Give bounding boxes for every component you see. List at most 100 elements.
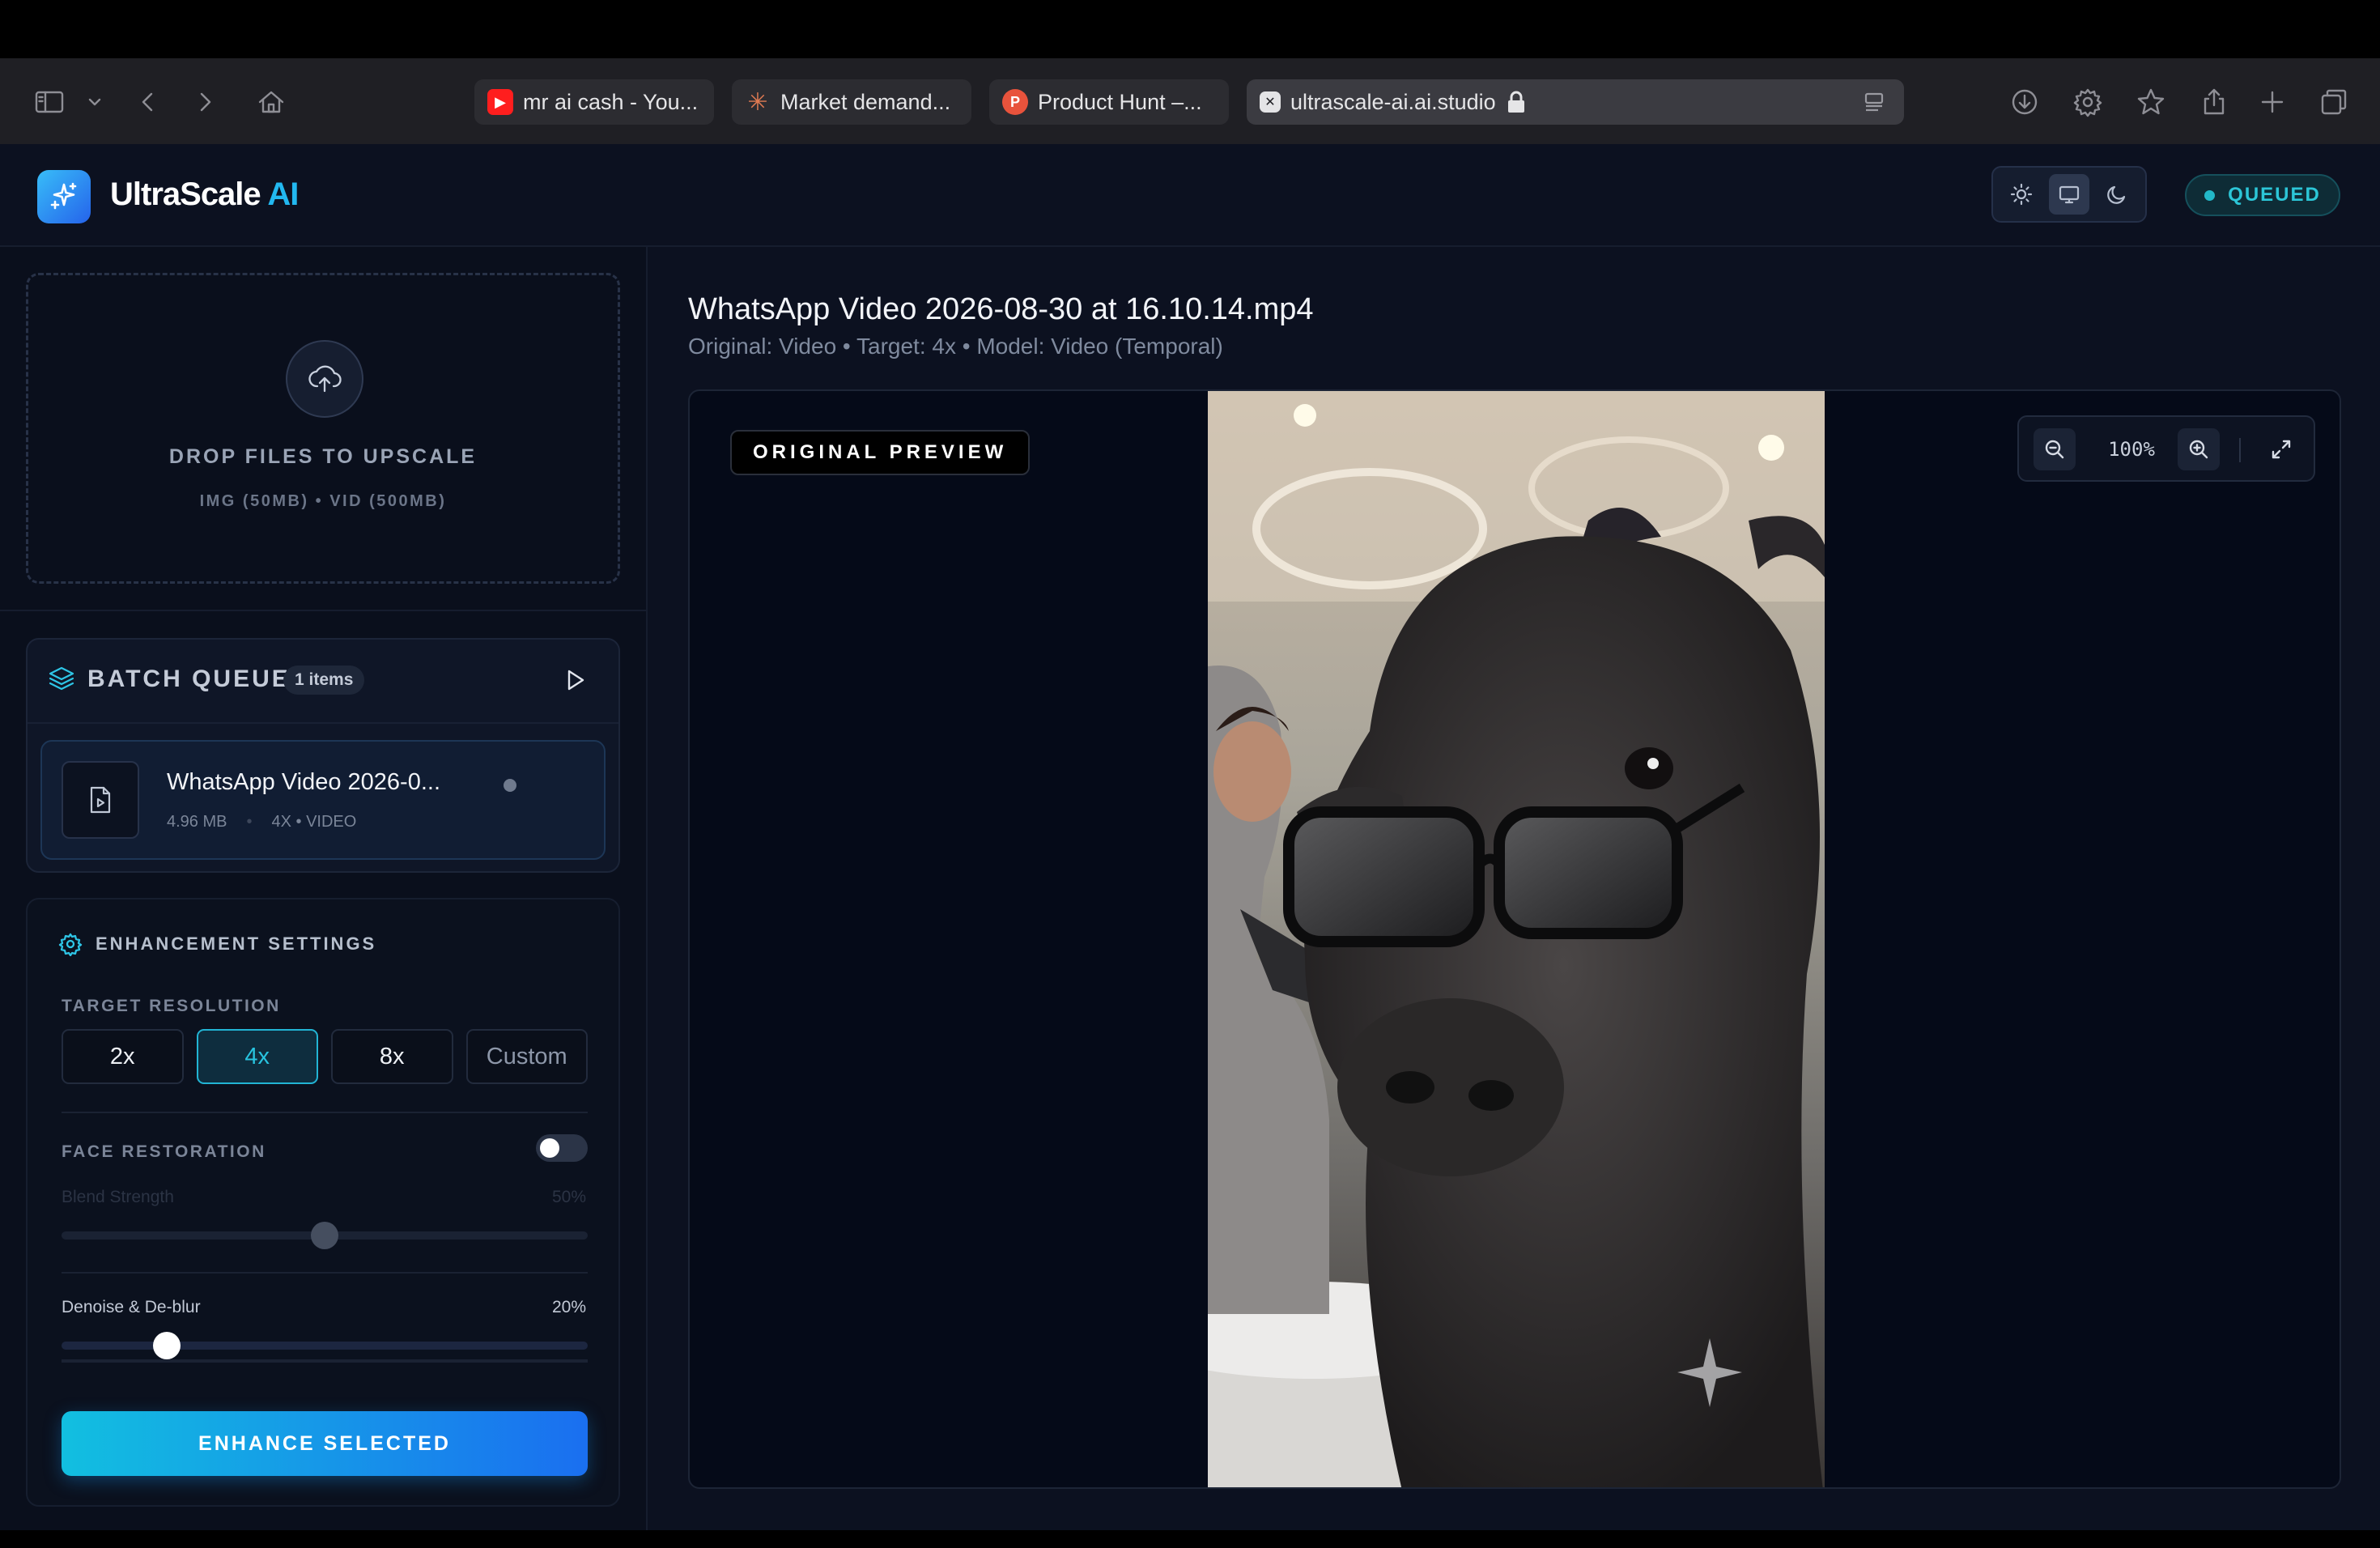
queue-item[interactable]: WhatsApp Video 2026-0... 4.96 MB • 4X • VI… [40, 740, 606, 860]
tab-product-hunt[interactable]: P Product Hunt –... [989, 79, 1229, 125]
face-restoration-label: FACE RESTORATION [62, 1142, 266, 1161]
blend-strength-value: 50% [551, 1188, 586, 1206]
queue-item-size: 4.96 MB [167, 813, 227, 831]
dropzone-title: DROP FILES TO UPSCALE [168, 445, 478, 468]
tab-ultrascale[interactable]: ✕ ultrascale-ai.ai.studio [1247, 79, 1904, 125]
resolution-8x-button[interactable]: 8x [331, 1029, 453, 1084]
tab-market-demand[interactable]: ✳ Market demand... [732, 79, 971, 125]
new-tab-plus-icon[interactable] [2254, 83, 2291, 121]
preview-canvas[interactable]: ORIGINAL PREVIEW 100% [688, 389, 2341, 1489]
video-frame-image [1127, 391, 1825, 1487]
queue-item-status-dot [504, 779, 516, 792]
window-bottom-strip [0, 1530, 2380, 1548]
sidebar: DROP FILES TO UPSCALE IMG (50MB) • VID (… [0, 247, 648, 1530]
gear-icon[interactable] [2069, 83, 2106, 121]
toggle-knob [540, 1138, 559, 1158]
download-icon[interactable] [2006, 83, 2043, 121]
tab-label: mr ai cash - You... [523, 89, 699, 114]
youtube-icon: ▶ [487, 89, 513, 115]
status-dot [2204, 189, 2216, 201]
home-icon[interactable] [253, 83, 290, 121]
preview-meta: Original: Video • Target: 4x • Model: Vi… [688, 334, 1223, 359]
denoise-label: Denoise & De-blur [62, 1298, 201, 1316]
url-text[interactable]: ultrascale-ai.ai.studio [1290, 90, 1496, 115]
sun-icon [2011, 183, 2033, 206]
blend-strength-label: Blend Strength [62, 1188, 174, 1206]
resolution-4x-button[interactable]: 4x [196, 1029, 318, 1084]
brand-name: UltraScale AI [110, 176, 299, 213]
theme-dark-button[interactable] [2097, 174, 2137, 215]
chevron-down-icon[interactable] [76, 83, 113, 121]
upload-cloud-icon [286, 340, 363, 418]
queue-item-name: WhatsApp Video 2026-0... [167, 769, 441, 795]
theme-light-button[interactable] [2001, 174, 2042, 215]
play-queue-button[interactable] [559, 664, 591, 696]
tab-youtube[interactable]: ▶ mr ai cash - You... [474, 79, 714, 125]
monitor-icon [2059, 185, 2080, 204]
forward-arrow-icon[interactable] [186, 83, 223, 121]
settings-divider [62, 1361, 588, 1363]
reader-mode-icon[interactable] [1862, 90, 1886, 114]
app-root: UltraScale AI QUEUED DROP FILES TO UPSCA… [0, 144, 2380, 1530]
blend-divider [62, 1272, 588, 1274]
dropzone-subtitle: IMG (50MB) • VID (500MB) [199, 492, 447, 510]
resolution-custom-button[interactable]: Custom [465, 1029, 588, 1084]
video-file-icon [62, 761, 139, 839]
lock-icon [1507, 91, 1524, 113]
sidebar-divider [0, 610, 646, 611]
status-badge: QUEUED [2185, 174, 2340, 216]
star-icon[interactable] [2132, 83, 2170, 121]
face-restoration-toggle[interactable] [536, 1134, 588, 1162]
queue-item-meta: 4.96 MB • 4X • VIDEO [167, 813, 357, 831]
tab-overview-icon[interactable] [2315, 83, 2352, 121]
denoise-slider[interactable] [62, 1332, 588, 1359]
window-top-strip [0, 0, 2380, 58]
app-header: UltraScale AI QUEUED [0, 144, 2380, 247]
zoom-out-icon [2045, 440, 2064, 459]
tab-label: Product Hunt –... [1038, 89, 1202, 114]
logo-icon [37, 170, 91, 223]
tab-label: Market demand... [780, 89, 951, 114]
enhance-selected-button[interactable]: ENHANCE SELECTED [62, 1411, 588, 1476]
fullscreen-button[interactable] [2260, 428, 2302, 470]
original-preview-badge: ORIGINAL PREVIEW [730, 430, 1031, 475]
zoom-level: 100% [2108, 438, 2155, 461]
back-arrow-icon[interactable] [130, 83, 167, 121]
blend-strength-slider[interactable] [62, 1222, 588, 1249]
status-text: QUEUED [2228, 184, 2321, 206]
batch-queue-title: BATCH QUEUE [87, 666, 291, 692]
queue-count-badge: 1 items [283, 666, 365, 695]
aistudio-icon: ✕ [1260, 91, 1281, 113]
zoom-divider [2239, 438, 2241, 462]
play-icon [567, 670, 584, 691]
sidebar-toggle-icon[interactable] [31, 83, 68, 121]
settings-title: ENHANCEMENT SETTINGS [96, 933, 377, 954]
slider-thumb[interactable] [153, 1332, 181, 1359]
brand-accent: AI [267, 176, 299, 212]
theme-system-button[interactable] [2048, 174, 2089, 215]
brand-text: UltraScale [110, 176, 261, 212]
enhancement-settings-panel: ENHANCEMENT SETTINGS TARGET RESOLUTION 2… [26, 898, 620, 1507]
denoise-value: 20% [551, 1298, 586, 1316]
expand-icon [2272, 440, 2291, 459]
zoom-controls: 100% [2017, 415, 2315, 482]
denoise-divider [62, 1359, 588, 1361]
resolution-divider [62, 1112, 588, 1113]
theme-switcher [1991, 166, 2147, 223]
zoom-in-button[interactable] [2178, 428, 2220, 470]
browser-toolbar: ▶ mr ai cash - You... ✳ Market demand...… [0, 58, 2380, 144]
claude-icon: ✳ [747, 88, 768, 116]
layers-icon [47, 664, 76, 693]
zoom-in-icon [2189, 440, 2208, 459]
batch-queue-panel: BATCH QUEUE 1 items WhatsApp Video 2026-… [26, 638, 620, 873]
preview-filename: WhatsApp Video 2026-08-30 at 16.10.14.mp… [688, 292, 1314, 326]
queue-divider [28, 722, 618, 724]
settings-gear-icon [58, 932, 83, 957]
target-resolution-label: TARGET RESOLUTION [62, 997, 281, 1015]
moon-icon [2106, 185, 2125, 204]
slider-thumb[interactable] [311, 1222, 338, 1249]
zoom-out-button[interactable] [2034, 428, 2076, 470]
file-dropzone[interactable]: DROP FILES TO UPSCALE IMG (50MB) • VID (… [26, 273, 620, 584]
share-icon[interactable] [2195, 83, 2233, 121]
resolution-2x-button[interactable]: 2x [62, 1029, 184, 1084]
